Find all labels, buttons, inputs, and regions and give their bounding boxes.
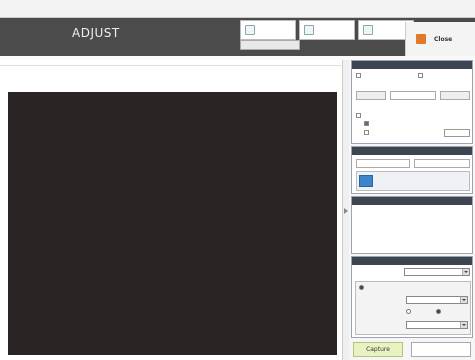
splitter-arrow-icon: [344, 208, 348, 214]
image-option-field[interactable]: [444, 129, 470, 137]
list-section: [351, 146, 473, 194]
display-row-2-off-dot[interactable]: [436, 309, 441, 314]
preview-panel: [0, 60, 343, 360]
close-icon: [416, 34, 426, 44]
display-section-header: [352, 257, 472, 265]
stop-button[interactable]: [411, 342, 471, 357]
checkbox-2-box[interactable]: [418, 73, 423, 78]
image-button-left[interactable]: [356, 91, 386, 100]
list-box[interactable]: [356, 171, 470, 191]
display-radio-main[interactable]: [359, 285, 366, 290]
side-panel: [349, 60, 475, 360]
list-button-left[interactable]: [356, 159, 410, 168]
preview-canvas[interactable]: [8, 92, 337, 355]
header-button-1-icon: [245, 25, 255, 35]
display-row-3-select[interactable]: [406, 321, 468, 329]
header-button-1[interactable]: [240, 20, 296, 40]
header-bar: ADJUST: [0, 18, 475, 56]
display-row-2-on[interactable]: [406, 309, 413, 314]
image-option-1[interactable]: [356, 113, 363, 118]
chevron-down-icon: [460, 322, 467, 328]
preview-toolbar: [0, 60, 343, 66]
menu-bar: [0, 0, 475, 18]
chevron-down-icon: [462, 269, 469, 275]
option-1-box[interactable]: [356, 113, 361, 118]
image-button-mid[interactable]: [390, 91, 436, 100]
result-section: [351, 196, 473, 254]
header-button-2[interactable]: [299, 20, 355, 40]
display-size-select[interactable]: [404, 268, 470, 276]
image-button-right[interactable]: [440, 91, 470, 100]
image-checkbox-2[interactable]: [418, 73, 425, 78]
display-radio-main-dot[interactable]: [359, 285, 364, 290]
display-settings-box: [355, 281, 471, 335]
close-button[interactable]: Close: [405, 22, 475, 56]
image-option-2[interactable]: [364, 121, 371, 126]
option-2-box[interactable]: [364, 121, 369, 126]
header-button-3-icon: [363, 25, 373, 35]
header-button-2-icon: [304, 25, 314, 35]
list-section-header: [352, 147, 472, 155]
list-button-right[interactable]: [414, 159, 470, 168]
image-checkbox-1[interactable]: [356, 73, 363, 78]
image-section: [351, 60, 473, 144]
option-3-box[interactable]: [364, 130, 369, 135]
close-label: Close: [434, 35, 453, 43]
display-row-1-select[interactable]: [406, 296, 468, 304]
image-option-3[interactable]: [364, 130, 371, 135]
display-row-2-off[interactable]: [436, 309, 443, 314]
display-section: [351, 256, 473, 338]
chevron-down-icon: [460, 297, 467, 303]
result-section-header: [352, 197, 472, 205]
app-title: ADJUST: [72, 26, 120, 40]
list-item-thumbnail: [359, 175, 373, 187]
image-section-header: [352, 61, 472, 69]
capture-button[interactable]: Capture: [353, 342, 403, 357]
display-row-2-on-dot[interactable]: [406, 309, 411, 314]
checkbox-1-box[interactable]: [356, 73, 361, 78]
header-wide-button[interactable]: [240, 40, 300, 50]
